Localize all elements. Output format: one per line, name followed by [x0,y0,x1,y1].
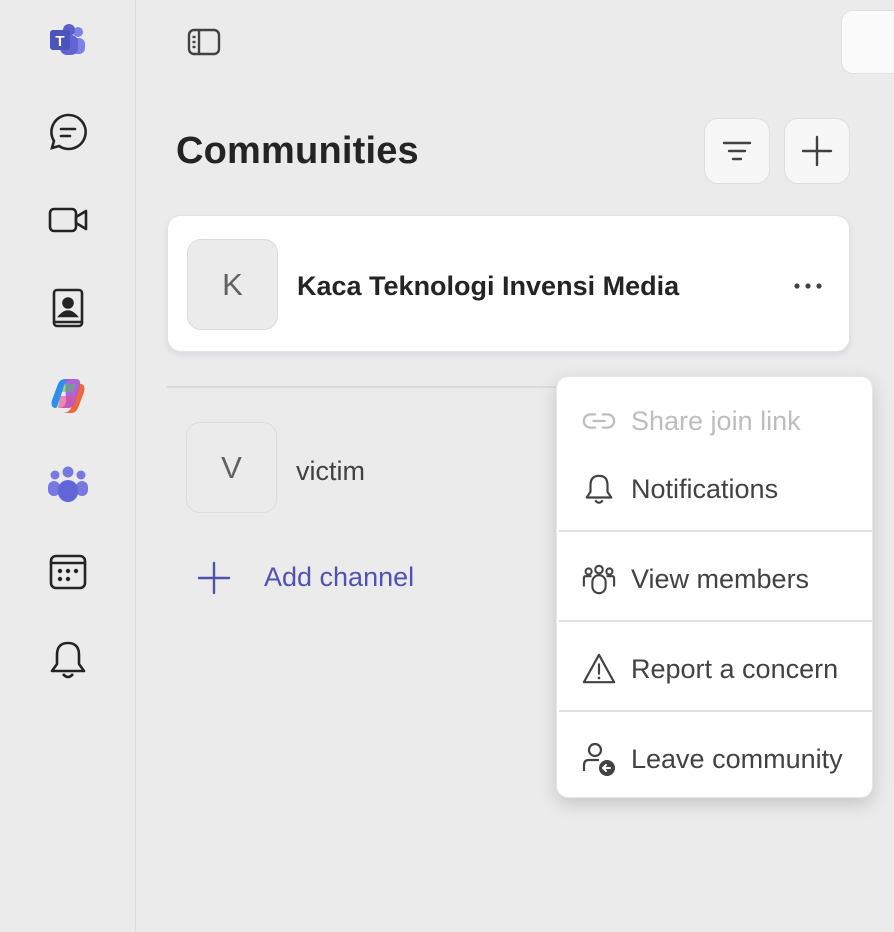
community-more-options-button[interactable] [788,266,828,306]
menu-item-label: Notifications [631,474,779,504]
channel-name: victim [296,456,365,486]
sidebar-toggle-icon [187,28,221,56]
menu-item-label: Leave community [631,744,843,774]
calendar-icon[interactable] [44,548,92,596]
chat-icon[interactable] [44,108,92,156]
divider [167,386,567,388]
community-context-menu: Share join link Notifications View membe… [556,376,873,798]
add-channel-label: Add channel [264,562,415,592]
add-community-button[interactable] [784,118,850,184]
community-avatar: K [187,239,278,330]
channel-avatar: V [186,422,277,513]
menu-item-view-members[interactable]: View members [557,549,874,609]
menu-item-share-join-link[interactable]: Share join link [557,391,874,451]
page-title: Communities [176,130,419,172]
warning-icon [581,651,617,687]
menu-item-label: Share join link [631,406,801,436]
menu-item-report-concern[interactable]: Report a concern [557,639,874,699]
menu-item-leave-community[interactable]: Leave community [557,729,874,789]
plus-icon [801,135,833,167]
more-options-icon [794,283,822,289]
bell-icon [581,471,617,507]
filter-button[interactable] [704,118,770,184]
contacts-icon[interactable] [44,284,92,332]
menu-divider [559,710,872,712]
toggle-sidebar-button[interactable] [184,24,224,60]
menu-divider [559,620,872,622]
activity-bell-icon[interactable] [44,636,92,684]
plus-icon [197,561,231,595]
menu-item-label: Report a concern [631,654,839,684]
app-rail: T [0,0,136,932]
menu-divider [559,530,872,532]
teams-app-icon[interactable]: T [44,18,92,66]
top-right-panel [841,10,894,74]
add-channel-button[interactable]: Add channel [196,556,456,600]
filter-icon [722,141,752,161]
community-name: Kaca Teknologi Invensi Media [297,271,680,301]
members-icon [581,561,617,597]
copilot-icon[interactable] [44,372,92,420]
meet-video-icon[interactable] [44,196,92,244]
communities-icon[interactable] [44,460,92,508]
menu-item-label: View members [631,564,810,594]
channel-item[interactable]: V victim [186,422,546,514]
link-icon [581,403,617,439]
community-card[interactable]: K Kaca Teknologi Invensi Media [167,215,850,352]
svg-text:T: T [55,33,64,50]
leave-person-icon [581,741,617,777]
menu-item-notifications[interactable]: Notifications [557,459,874,519]
